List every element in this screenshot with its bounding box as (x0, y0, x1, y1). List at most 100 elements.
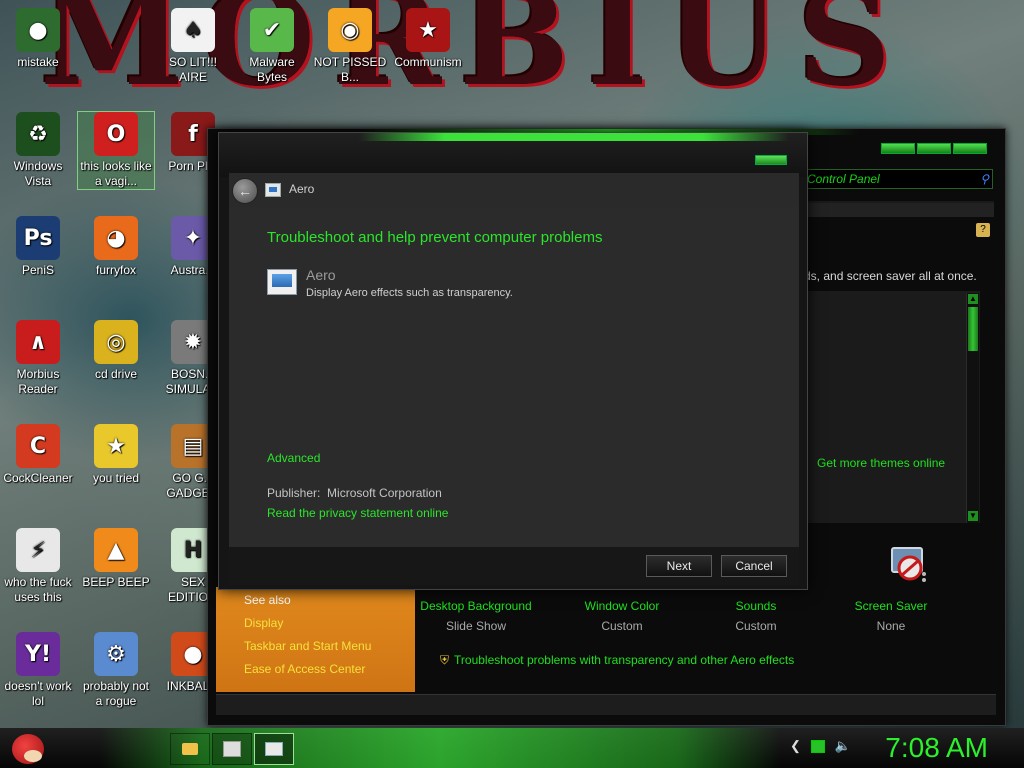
privacy-statement-link[interactable]: Read the privacy statement online (267, 506, 448, 520)
see-also-ease-of-access-link[interactable]: Ease of Access Center (244, 658, 415, 681)
search-input-text: Control Panel (807, 172, 880, 186)
photoshop-icon: Ps (16, 216, 60, 260)
desktop-icon[interactable]: ● mistake (0, 8, 76, 70)
window-color-item[interactable]: Window Color Custom (552, 596, 692, 636)
aero-troubleshooter-dialog[interactable]: ← Aero Troubleshoot and help prevent com… (218, 132, 808, 590)
aero-item-title: Aero (306, 267, 336, 283)
back-arrow-icon[interactable]: ← (232, 178, 258, 204)
desktop-icon[interactable]: ★ you tried (78, 424, 154, 486)
screen-saver-icon[interactable] (888, 544, 928, 584)
firefox-icon: ◕ (94, 216, 138, 260)
desktop-icon[interactable]: ★ Communism (390, 8, 466, 70)
desktop-icon-label: NOT PISSED B... (313, 55, 387, 84)
opera-icon: O (94, 112, 138, 156)
yahoo-messenger-icon: Y! (16, 632, 60, 676)
personalization-items: Desktop Background Slide Show Window Col… (418, 594, 1008, 684)
network-icon[interactable] (810, 739, 825, 753)
help-icon[interactable]: ? (976, 223, 990, 237)
search-icon[interactable]: ⚲ (980, 170, 989, 188)
personalization-description: ds, and screen saver all at once. (804, 269, 977, 283)
taskbar-troubleshooter-button[interactable] (254, 733, 294, 765)
themes-scrollbar[interactable]: ▲ ▼ (966, 293, 979, 523)
green-orb-icon: ● (16, 8, 60, 52)
taskbar-control-panel-button[interactable] (212, 733, 252, 765)
desktop-icon[interactable]: Othis looks like a vagi... (77, 111, 155, 190)
see-also-display-link[interactable]: Display (244, 612, 415, 635)
lightning-icon: ⚡ (16, 528, 60, 572)
desktop-icon-label: you tried (92, 471, 140, 485)
desktop-icon[interactable]: ⚙ probably not a rogue (78, 632, 154, 709)
see-also-title: See also (244, 593, 291, 607)
uac-shield-icon: ⛨ (440, 653, 450, 667)
desktop-icon[interactable]: ◎ cd drive (78, 320, 154, 382)
desktop-icon-label: doesn't work lol (4, 679, 72, 708)
cancel-button[interactable]: Cancel (721, 555, 787, 577)
maximize-button[interactable] (917, 143, 951, 154)
ccleaner-icon: C (16, 424, 60, 468)
see-also-taskbar-link[interactable]: Taskbar and Start Menu (244, 635, 415, 658)
sounds-item[interactable]: Sounds Custom (686, 596, 826, 636)
dialog-body: Troubleshoot and help prevent computer p… (229, 207, 799, 541)
recycle-icon: ♻ (16, 112, 60, 156)
scroll-down-arrow[interactable]: ▼ (968, 511, 978, 521)
green-pig-icon: ◉ (328, 8, 372, 52)
volume-icon[interactable]: 🔈 (835, 738, 851, 754)
star-icon: ★ (94, 424, 138, 468)
sounds-value: Custom (735, 619, 777, 633)
desktop-background-label[interactable]: Desktop Background (406, 596, 546, 616)
desktop-icon[interactable]: ▲ BEEP BEEP (78, 528, 154, 590)
publisher-label: Publisher: (267, 486, 321, 500)
desktop-icon[interactable]: ♻ Windows Vista (0, 112, 76, 189)
screen-saver-label[interactable]: Screen Saver (821, 596, 961, 616)
advanced-link[interactable]: Advanced (267, 451, 320, 465)
troubleshoot-aero-link-text[interactable]: Troubleshoot problems with transparency … (454, 653, 794, 667)
desktop-icon-label: probably not a rogue (82, 679, 150, 708)
desktop-icon-label: this looks like a vagi... (80, 159, 152, 188)
scroll-thumb[interactable] (968, 307, 978, 351)
window-color-label[interactable]: Window Color (552, 596, 692, 616)
publisher-info: Publisher: Microsoft Corporation (267, 486, 442, 500)
sounds-label[interactable]: Sounds (686, 596, 826, 616)
desktop-background-item[interactable]: Desktop Background Slide Show (406, 596, 546, 636)
close-button[interactable] (953, 143, 987, 154)
desktop-icon[interactable]: ⚡ who the fuck uses this (0, 528, 76, 605)
troubleshoot-aero-link[interactable]: ⛨ Troubleshoot problems with transparency… (440, 653, 794, 668)
next-button[interactable]: Next (646, 555, 712, 577)
window-color-value: Custom (601, 619, 643, 633)
desktop-icon[interactable]: ◉ NOT PISSED B... (312, 8, 388, 85)
desktop-icon[interactable]: ✔ Malware Bytes (234, 8, 310, 85)
screen-saver-item[interactable]: Screen Saver None (821, 596, 961, 636)
desktop-icon-label: furryfox (95, 263, 136, 277)
menu-bar (804, 201, 994, 217)
pdf-reader-icon: ∧ (16, 320, 60, 364)
window-caption-buttons[interactable] (881, 143, 987, 154)
tray-chevron-icon[interactable]: ❮ (790, 738, 801, 754)
desktop-icon[interactable]: C CockCleaner (0, 424, 76, 486)
get-more-themes-link[interactable]: Get more themes online (817, 456, 945, 470)
minimize-button[interactable] (881, 143, 915, 154)
desktop-icon-label: cd drive (94, 367, 138, 381)
start-button[interactable] (6, 728, 50, 768)
desktop-icon[interactable]: Y! doesn't work lol (0, 632, 76, 709)
dialog-top-glow (359, 133, 789, 141)
folder-icon (182, 743, 198, 755)
cd-drive-icon: ◎ (94, 320, 138, 364)
desktop-icon-label: Morbius Reader (16, 367, 60, 396)
see-also-panel: See also Display Taskbar and Start Menu … (216, 587, 415, 692)
desktop-icon-label: PeniS (21, 263, 55, 277)
close-button[interactable] (755, 155, 787, 165)
control-panel-icon (223, 741, 241, 757)
desktop-icon[interactable]: ◕ furryfox (78, 216, 154, 278)
scroll-up-arrow[interactable]: ▲ (968, 294, 978, 304)
desktop-icon[interactable]: ∧ Morbius Reader (0, 320, 76, 397)
troubleshooter-icon (265, 742, 283, 756)
taskbar-explorer-button[interactable] (170, 733, 210, 765)
publisher-value: Microsoft Corporation (327, 486, 442, 500)
desktop-icon[interactable]: ♠ SO LIT!!! AIRE (155, 8, 231, 85)
desktop-icon-label: mistake (17, 55, 59, 69)
clock[interactable]: 7:08 AM (885, 730, 988, 766)
window-status-strip (216, 694, 996, 715)
desktop-icon[interactable]: Ps PeniS (0, 216, 76, 278)
search-input[interactable]: Control Panel ⚲ (804, 169, 993, 189)
taskbar: ❮ 🔈 7:08 AM (0, 728, 1024, 768)
